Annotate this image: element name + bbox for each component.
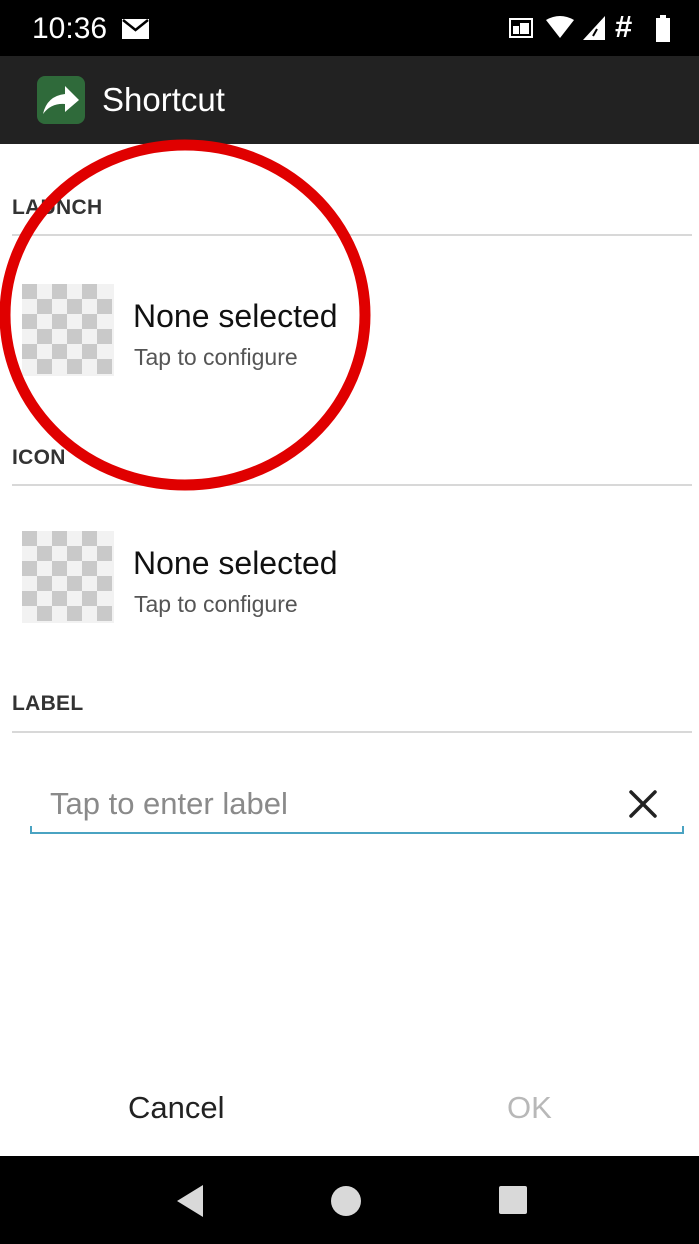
icon-row[interactable]: None selected Tap to configure: [0, 531, 699, 651]
cast-icon: [509, 18, 533, 38]
back-icon[interactable]: [175, 1184, 205, 1218]
launch-row[interactable]: None selected Tap to configure: [0, 284, 699, 404]
clear-icon[interactable]: [625, 786, 661, 822]
icon-divider: [12, 484, 692, 486]
placeholder-checker-icon: [22, 531, 114, 623]
placeholder-checker-icon: [22, 284, 114, 376]
launch-row-subtitle: Tap to configure: [134, 344, 298, 370]
icon-section-header: ICON: [12, 446, 66, 469]
app-bar: Shortcut: [0, 56, 699, 144]
recents-icon[interactable]: [497, 1184, 529, 1216]
status-bar: 10:36 #: [0, 0, 699, 56]
ok-button[interactable]: OK: [507, 1090, 552, 1126]
battery-icon: [656, 15, 670, 42]
signal-icon: [583, 16, 605, 40]
icon-row-title: None selected: [133, 545, 338, 581]
cancel-button[interactable]: Cancel: [128, 1090, 225, 1126]
app-logo: [37, 76, 85, 124]
share-arrow-icon: [43, 86, 79, 114]
input-underline: [30, 832, 684, 834]
hash-icon: #: [615, 9, 633, 44]
label-divider: [12, 731, 692, 733]
launch-divider: [12, 234, 692, 236]
launch-section-header: LAUNCH: [12, 196, 103, 219]
navigation-bar: [0, 1156, 699, 1244]
label-field-wrapper: [30, 776, 685, 838]
home-icon[interactable]: [329, 1184, 363, 1218]
status-time: 10:36: [32, 12, 108, 45]
launch-row-title: None selected: [133, 298, 338, 334]
wifi-icon: [546, 16, 574, 38]
input-underline-right-tick: [682, 826, 684, 834]
label-input[interactable]: [30, 776, 610, 832]
input-underline-left-tick: [30, 826, 32, 834]
icon-row-subtitle: Tap to configure: [134, 591, 298, 617]
app-title: Shortcut: [102, 81, 225, 118]
label-section-header: LABEL: [12, 692, 84, 715]
mail-icon: [122, 19, 149, 39]
